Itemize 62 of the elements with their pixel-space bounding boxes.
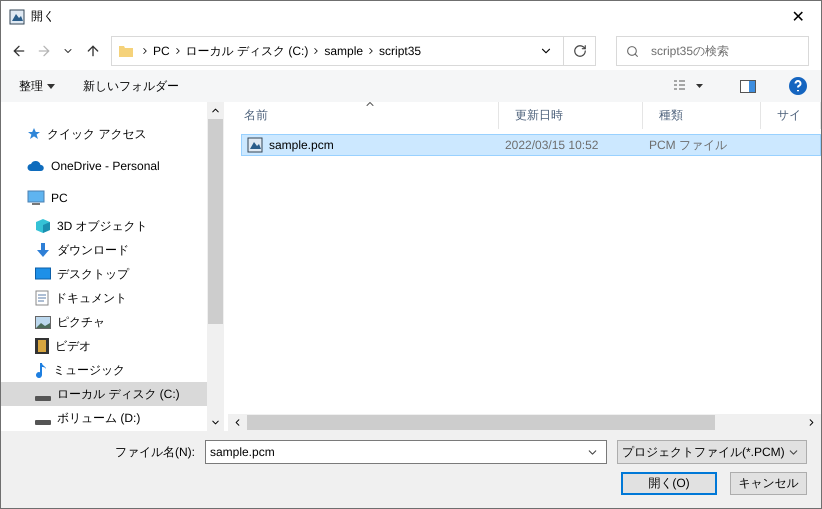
cancel-button[interactable]: キャンセル	[730, 472, 807, 495]
sidebar-item[interactable]: ビデオ	[1, 334, 207, 358]
sidebar-item[interactable]: ダウンロード	[1, 238, 207, 262]
breadcrumb-item[interactable]: sample	[321, 44, 366, 58]
scrollbar[interactable]	[207, 102, 224, 431]
help-icon	[788, 76, 808, 96]
organize-button[interactable]: 整理	[19, 78, 55, 94]
scrollbar-thumb[interactable]	[247, 415, 715, 430]
download-icon	[35, 242, 51, 258]
app-icon	[9, 8, 25, 24]
desktop-icon	[35, 267, 51, 281]
file-icon	[247, 137, 263, 153]
refresh-icon	[572, 44, 586, 58]
sidebar-item[interactable]: ミュージック	[1, 358, 207, 382]
address-bar[interactable]: PC ローカル ディスク (C:) sample script35	[111, 36, 596, 66]
breadcrumb-item[interactable]: script35	[376, 44, 424, 58]
cloud-icon	[27, 160, 45, 172]
table-cell-text: PCM ファイル	[648, 136, 728, 154]
list-view-icon	[674, 80, 704, 92]
forward-arrow-icon	[36, 43, 52, 59]
search-field[interactable]: script35の検索	[616, 36, 809, 66]
scrollbar-thumb[interactable]	[208, 119, 223, 324]
film-icon	[35, 338, 49, 354]
cube-icon	[35, 218, 51, 234]
filename-label: ファイル名(N):	[115, 444, 195, 460]
table-cell: sample.pcm	[242, 137, 499, 153]
table-cell-text: 2022/03/15 10:52	[504, 138, 600, 152]
music-note-icon	[35, 362, 47, 378]
open-button[interactable]: 開く(O)	[621, 472, 717, 495]
column-header[interactable]: 更新日時	[499, 102, 643, 129]
search-icon	[626, 44, 639, 58]
file-type-dropdown[interactable]: プロジェクトファイル(*.PCM)	[617, 440, 807, 464]
column-header[interactable]: サイ	[761, 102, 821, 129]
window-title: 開く	[31, 8, 56, 25]
sidebar-item[interactable]: OneDrive - Personal	[1, 150, 207, 182]
preview-pane-icon	[740, 80, 756, 92]
monitor-icon	[27, 190, 45, 206]
sidebar-item[interactable]: ピクチャ	[1, 310, 207, 334]
new-folder-button[interactable]: 新しいフォルダー	[83, 78, 179, 94]
help-button[interactable]	[787, 75, 809, 97]
drive-icon	[35, 420, 51, 424]
sidebar-item[interactable]: クイック アクセス	[1, 118, 207, 150]
scrollbar[interactable]	[228, 414, 821, 431]
sidebar-item[interactable]: 3D オブジェクト	[1, 214, 207, 238]
picture-icon	[35, 316, 51, 328]
column-header[interactable]: 種類	[643, 102, 761, 129]
caret-icon	[47, 84, 55, 88]
breadcrumb-item[interactable]: PC	[150, 44, 173, 58]
sidebar-item[interactable]: ローカル ディスク (C:)	[1, 382, 207, 406]
sidebar-item[interactable]: PC	[1, 182, 207, 214]
drive-icon	[35, 396, 51, 400]
breadcrumb-item[interactable]: ローカル ディスク (C:)	[182, 42, 312, 60]
sidebar-item[interactable]: ボリューム (D:)	[1, 406, 207, 430]
sidebar-item[interactable]: ドキュメント	[1, 286, 207, 310]
close-button[interactable]: ✕	[775, 1, 821, 32]
star-icon	[27, 127, 41, 141]
filename-field[interactable]: sample.pcm	[205, 440, 607, 464]
folder-icon	[118, 44, 134, 58]
sidebar-item[interactable]: デスクトップ	[1, 262, 207, 286]
document-icon	[35, 290, 49, 306]
file-row[interactable]: sample.pcm 2022/03/15 10:52 PCM ファイル	[241, 134, 821, 156]
column-header[interactable]: 名前	[228, 102, 499, 129]
